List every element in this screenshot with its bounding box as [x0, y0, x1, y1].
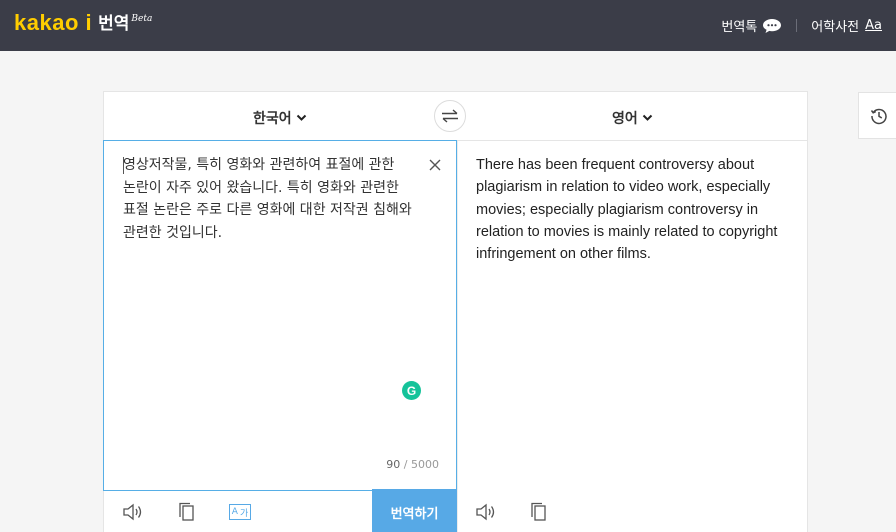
- chevron-down-icon: [642, 114, 653, 122]
- target-language-select[interactable]: 영어: [612, 108, 653, 128]
- copy-icon[interactable]: [530, 502, 548, 522]
- logo[interactable]: kakao i 번역 Beta: [14, 9, 152, 36]
- source-language-label: 한국어: [253, 111, 292, 127]
- speaker-icon[interactable]: [475, 502, 499, 522]
- language-bar: 한국어 영어: [104, 92, 807, 141]
- swap-languages-button[interactable]: [434, 100, 466, 132]
- nav-translation-talk[interactable]: 번역톡: [721, 16, 782, 35]
- character-count: 90: [386, 458, 401, 471]
- source-textarea[interactable]: 영상저작물, 특히 영화와 관련하여 표절에 관한 논란이 자주 있어 왔습니다…: [103, 140, 457, 491]
- translated-text: There has been frequent controversy abou…: [476, 157, 778, 263]
- logo-brand: kakao i: [14, 10, 93, 35]
- translator-panel: 한국어 영어 영상저작물, 특히 영화와 관련하여 표절에 관한 논란이 자주 …: [103, 91, 808, 532]
- history-button[interactable]: [858, 92, 896, 139]
- romanize-hangul-label: 가: [239, 508, 249, 519]
- close-icon[interactable]: [428, 157, 442, 171]
- logo-service-name: 번역: [98, 14, 130, 34]
- source-text: 영상저작물, 특히 영화와 관련하여 표절에 관한 논란이 자주 있어 왔습니다…: [123, 157, 412, 241]
- nav-dictionary[interactable]: 어학사전 Aa: [811, 16, 882, 35]
- top-bar: kakao i 번역 Beta 번역톡 어학사전 Aa: [0, 0, 896, 51]
- panel-divider: [457, 141, 458, 532]
- top-nav: 번역톡 어학사전 Aa: [721, 16, 882, 35]
- romanize-button[interactable]: A 가: [229, 504, 251, 520]
- dictionary-aa-icon: Aa: [865, 18, 882, 33]
- copy-icon[interactable]: [178, 502, 196, 522]
- character-limit: / 5000: [403, 458, 439, 471]
- speaker-icon[interactable]: [122, 502, 146, 522]
- swap-arrows-icon: [441, 109, 459, 123]
- beta-badge: Beta: [131, 14, 153, 24]
- nav-translation-talk-label: 번역톡: [721, 20, 758, 35]
- target-language-label: 영어: [612, 111, 638, 127]
- romanize-icon: A 가: [229, 504, 251, 520]
- nav-dictionary-label: 어학사전: [811, 20, 860, 35]
- romanize-latin-label: A: [231, 507, 238, 517]
- grammarly-icon[interactable]: G: [402, 381, 421, 400]
- chevron-down-icon: [296, 114, 307, 122]
- action-bar: A 가 번역하기: [104, 489, 807, 532]
- character-counter: 90 / 5000: [386, 458, 439, 471]
- source-language-select[interactable]: 한국어: [253, 108, 307, 128]
- history-clock-icon: [870, 107, 888, 125]
- chat-bubble-icon: [762, 18, 782, 34]
- translate-button[interactable]: 번역하기: [372, 489, 457, 532]
- nav-divider: [796, 19, 798, 32]
